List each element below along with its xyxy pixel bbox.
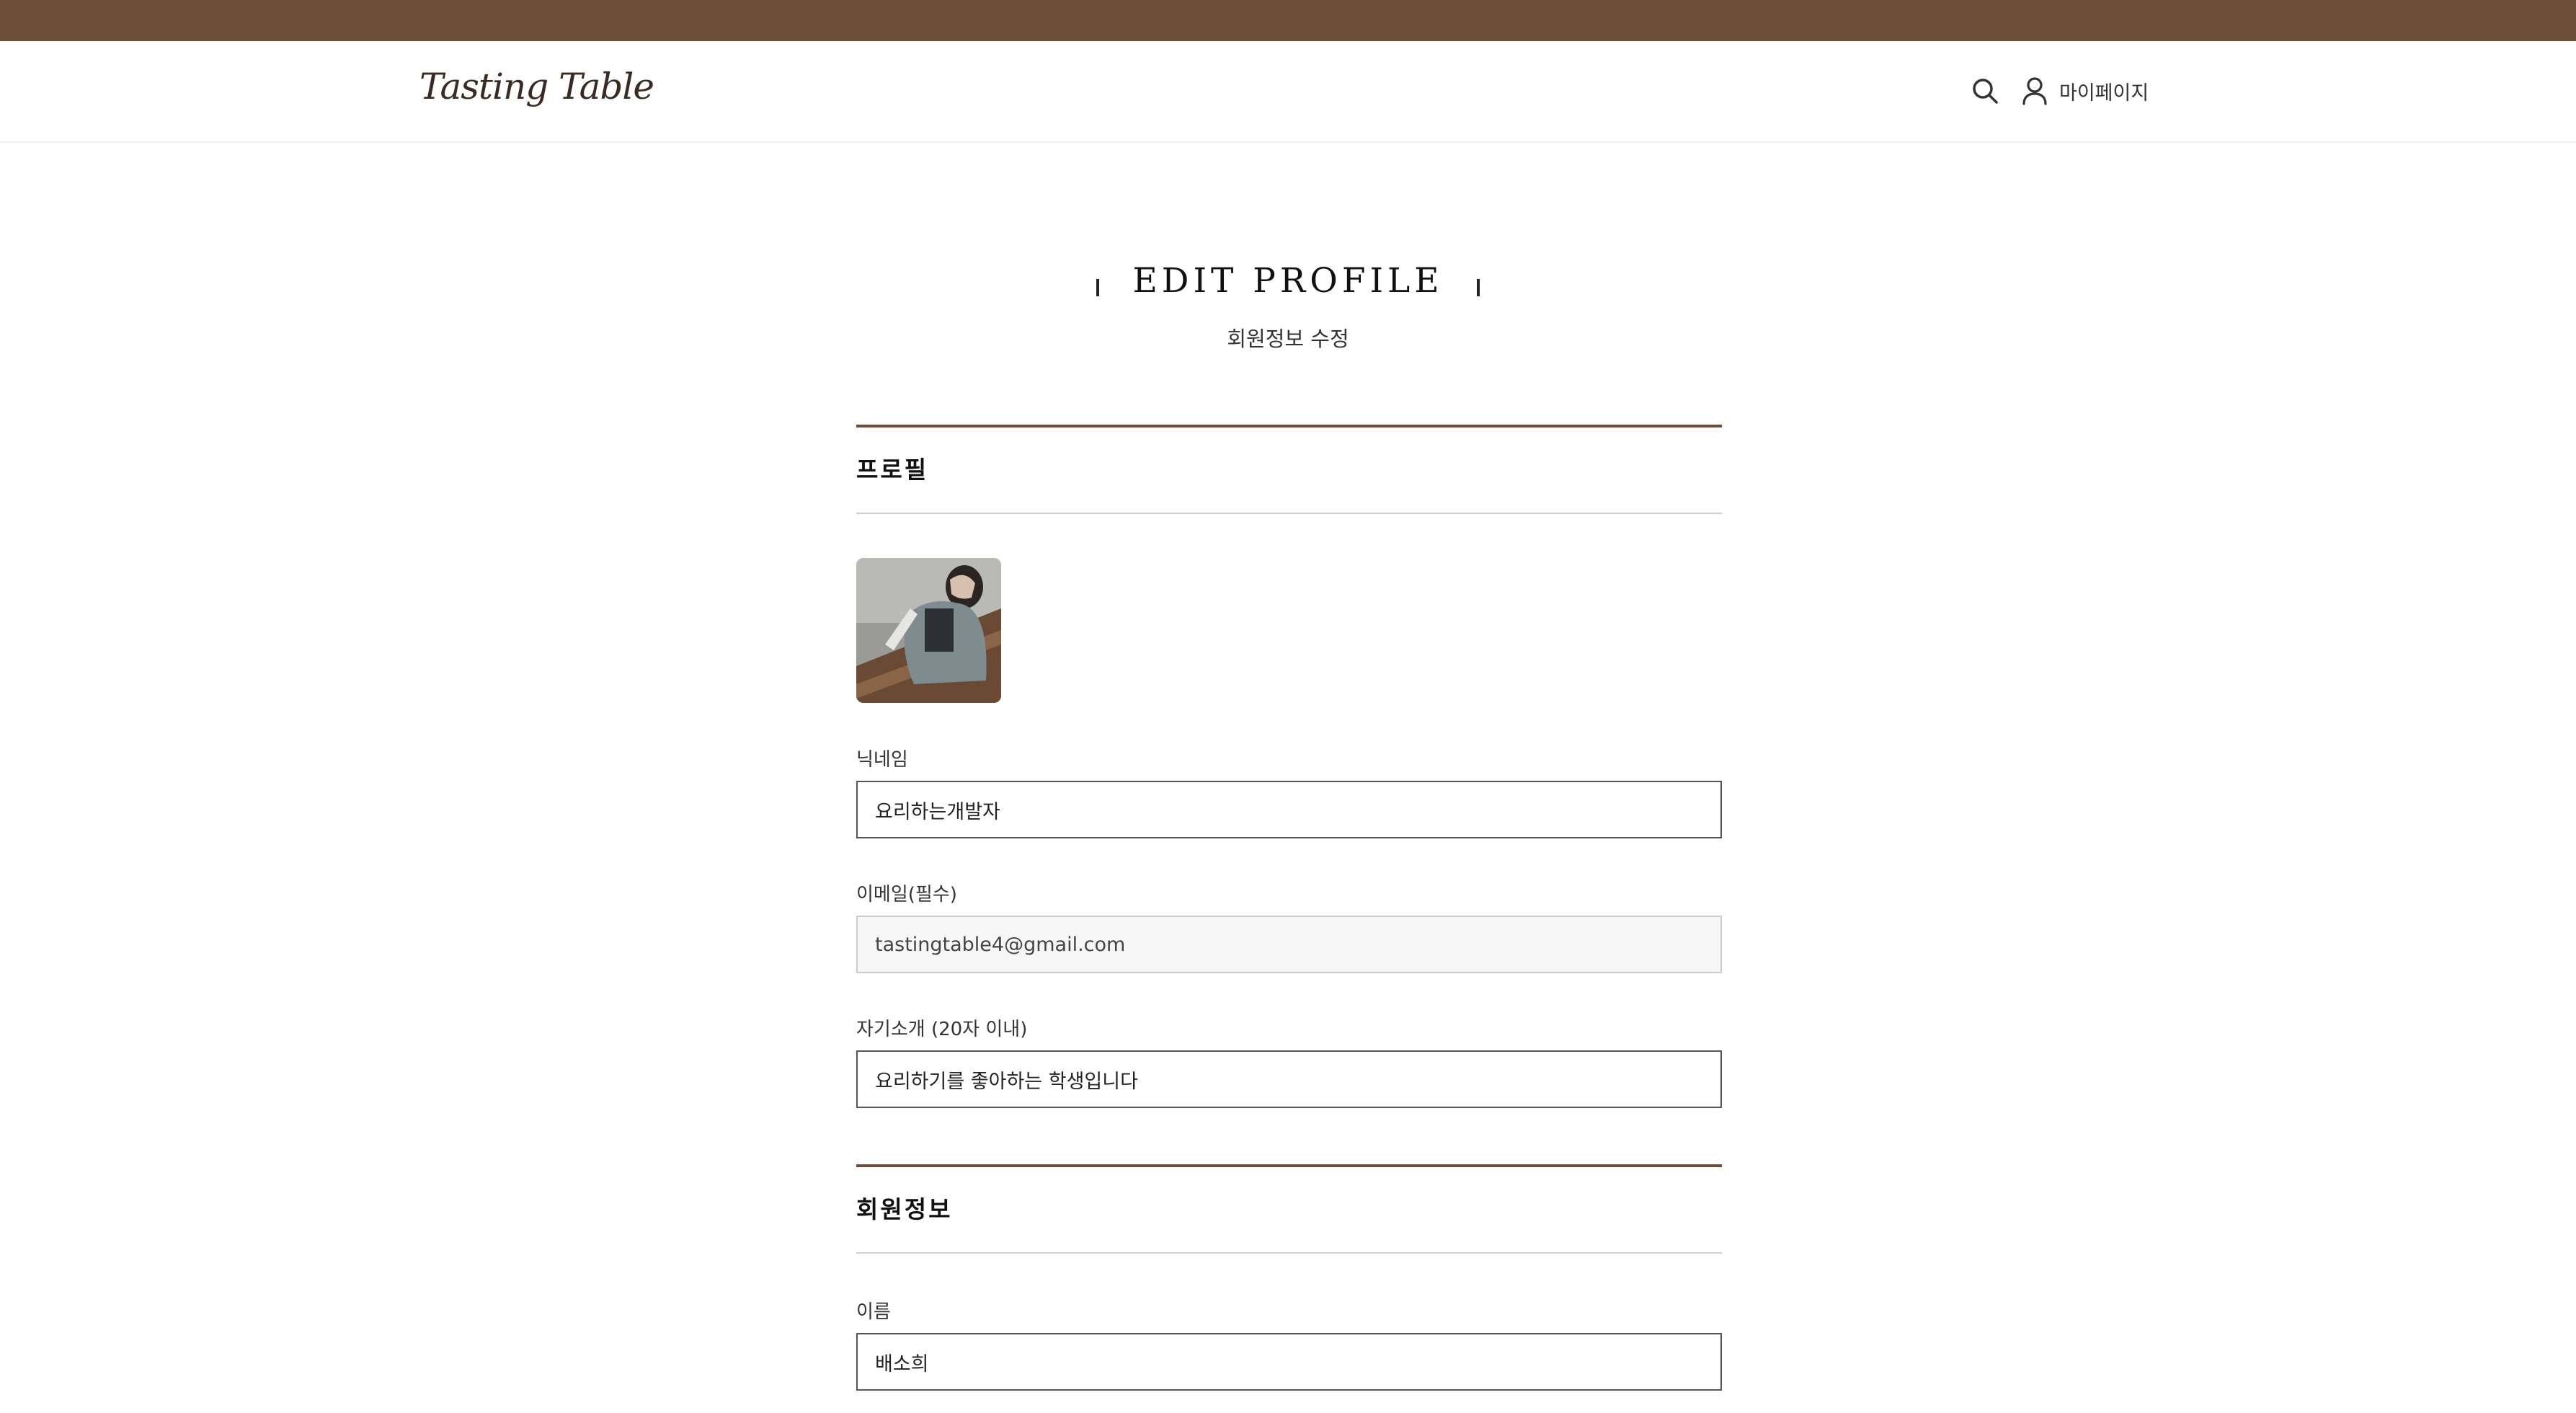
profile-section-header: 프로필: [856, 425, 1722, 514]
email-input[interactable]: tastingtable4@gmail.com: [856, 916, 1722, 973]
page-title-text: EDIT PROFILE: [1132, 261, 1444, 301]
profile-avatar[interactable]: [856, 558, 1001, 703]
email-label: 이메일(필수): [856, 884, 957, 905]
member-section-header: 회원정보: [856, 1164, 1722, 1254]
name-value: 배소희: [875, 1352, 929, 1376]
title-right-bar: [1476, 278, 1480, 296]
mypage-label: 마이페이지: [2059, 81, 2149, 105]
profile-photo: [856, 558, 1001, 703]
name-input[interactable]: 배소희: [856, 1333, 1722, 1391]
page-title-wrap: EDIT PROFILE: [0, 261, 2576, 301]
title-left-bar: [1096, 278, 1100, 296]
nickname-input[interactable]: 요리하는개발자: [856, 781, 1722, 838]
page-title: EDIT PROFILE: [1063, 261, 1512, 301]
member-section-title: 회원정보: [856, 1195, 953, 1223]
bio-value: 요리하기를 좋아하는 학생입니다: [875, 1070, 1138, 1093]
search-button[interactable]: [1969, 75, 2002, 108]
nickname-value: 요리하는개발자: [875, 800, 1000, 823]
bio-input[interactable]: 요리하기를 좋아하는 학생입니다: [856, 1050, 1722, 1108]
page-subtitle: 회원정보 수정: [1227, 327, 1349, 351]
mypage-link[interactable]: 마이페이지: [2020, 74, 2149, 107]
bio-label: 자기소개 (20자 이내): [856, 1019, 1028, 1040]
site-logo[interactable]: Tasting Table: [419, 66, 654, 107]
profile-section-title: 프로필: [856, 456, 929, 484]
name-label: 이름: [856, 1301, 891, 1323]
top-accent-bar: [0, 0, 2576, 41]
nickname-label: 닉네임: [856, 749, 908, 771]
search-icon: [1973, 79, 1998, 104]
site-header: Tasting Table 마이페이지: [0, 41, 2576, 143]
user-icon: [2022, 77, 2047, 105]
email-value: tastingtable4@gmail.com: [875, 933, 1126, 956]
